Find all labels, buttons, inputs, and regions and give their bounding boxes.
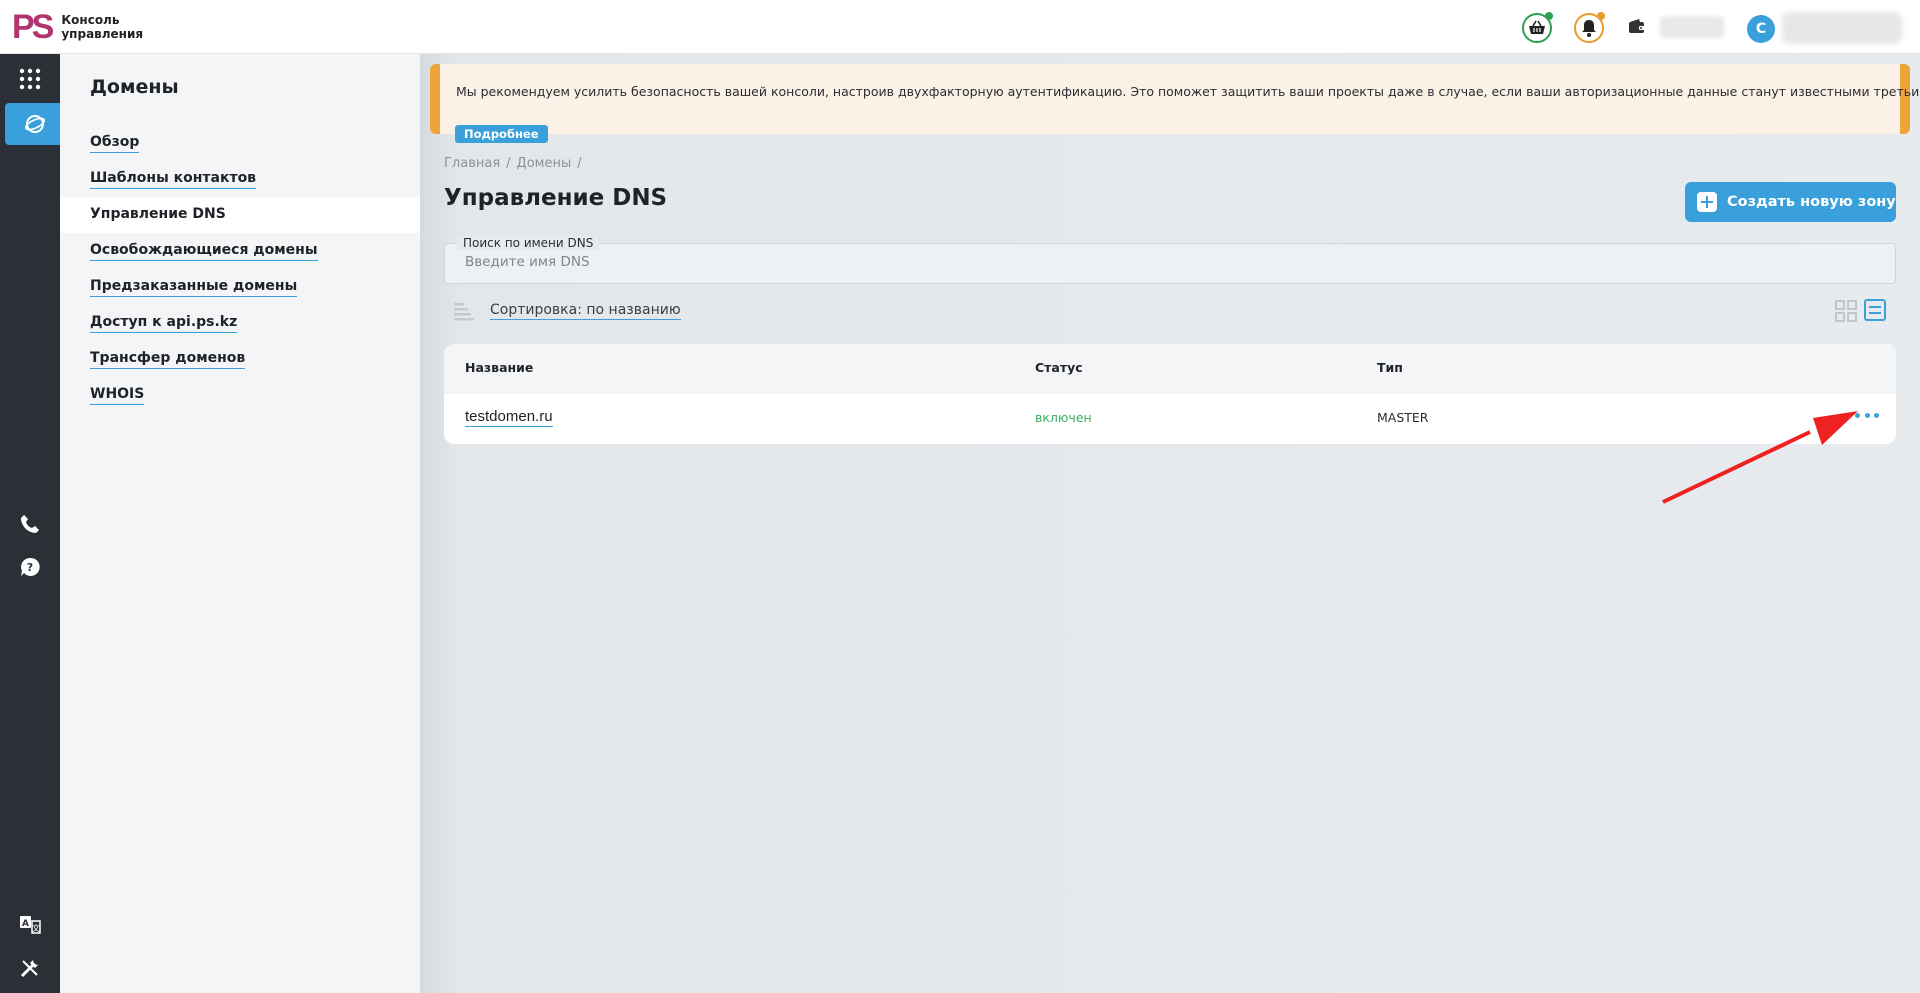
sort-lines-icon[interactable]: [454, 302, 474, 326]
main-content: Мы рекомендуем усилить безопасность ваше…: [420, 54, 1920, 993]
sidebar-item-dns-management[interactable]: Управление DNS: [60, 197, 420, 233]
sidebar-item-label: Шаблоны контактов: [90, 170, 257, 189]
banner-text: Мы рекомендуем усилить безопасность ваше…: [456, 84, 1920, 99]
search-label: Поиск по имени DNS: [457, 236, 600, 250]
tools-icon[interactable]: [0, 947, 60, 989]
wallet-icon[interactable]: [1628, 18, 1646, 38]
sidebar-item-label: Доступ к api.ps.kz: [90, 314, 238, 333]
username-redacted: [1782, 12, 1902, 44]
list-view-icon[interactable]: [1864, 299, 1886, 325]
sidebar-item-preordered-domains[interactable]: Предзаказанные домены: [60, 269, 420, 305]
basket-icon[interactable]: [1522, 12, 1553, 43]
translate-icon[interactable]: A文: [0, 904, 60, 946]
row-actions-menu-icon[interactable]: [1852, 408, 1882, 422]
breadcrumb-home[interactable]: Главная: [444, 156, 500, 171]
zone-name-link[interactable]: testdomen.ru: [465, 408, 553, 427]
breadcrumb: Главная / Домены /: [444, 156, 588, 171]
balance-redacted: [1660, 16, 1724, 38]
avatar[interactable]: С: [1747, 15, 1775, 43]
breadcrumb-domains[interactable]: Домены: [517, 156, 572, 171]
bell-badge: [1597, 12, 1605, 20]
sidebar-item-label: Управление DNS: [90, 206, 226, 222]
svg-text:?: ?: [27, 561, 33, 574]
search-field: Поиск по имени DNS: [444, 236, 1896, 284]
help-icon[interactable]: ?: [0, 546, 60, 588]
sidebar-item-domain-transfer[interactable]: Трансфер доменов: [60, 341, 420, 377]
breadcrumb-separator: /: [506, 156, 511, 171]
column-header-name: Название: [465, 360, 534, 375]
sidebar-item-api-access[interactable]: Доступ к api.ps.kz: [60, 305, 420, 341]
logo-line-2: управления: [61, 27, 144, 41]
bell-icon[interactable]: [1574, 12, 1605, 43]
create-zone-button[interactable]: Создать новую зону: [1685, 182, 1896, 222]
column-header-type: Тип: [1377, 360, 1403, 375]
dns-zones-table: Название Статус Тип testdomen.ru включен…: [444, 344, 1896, 444]
create-zone-label: Создать новую зону: [1727, 194, 1896, 210]
grid-view-icon[interactable]: [1835, 300, 1857, 326]
basket-badge: [1545, 12, 1553, 20]
sidebar-item-label: Предзаказанные домены: [90, 278, 298, 297]
logo-mark: PS: [12, 8, 54, 46]
sidebar-item-label: Обзор: [90, 134, 140, 153]
sidebar-item-label: WHOIS: [90, 386, 145, 405]
section-sidebar: Домены Обзор Шаблоны контактов Управлени…: [60, 54, 420, 993]
sidebar-item-whois[interactable]: WHOIS: [60, 377, 420, 413]
phone-icon[interactable]: [0, 503, 60, 545]
sidebar-item-label: Трансфер доменов: [90, 350, 246, 369]
sidebar-item-label: Освобождающиеся домены: [90, 242, 318, 261]
sidebar-item-contact-templates[interactable]: Шаблоны контактов: [60, 161, 420, 197]
sort-bar: Сортировка: по названию: [444, 296, 1896, 326]
sort-selector[interactable]: Сортировка: по названию: [490, 302, 681, 320]
logo-line-1: Консоль: [61, 13, 120, 27]
plus-icon: [1697, 192, 1717, 212]
zone-status: включен: [1035, 410, 1092, 425]
app-rail: ? A文: [0, 54, 64, 993]
logo-text: Консоль управления: [61, 13, 143, 41]
breadcrumb-separator: /: [577, 156, 582, 171]
zone-type: MASTER: [1377, 410, 1429, 425]
search-input[interactable]: [465, 254, 1865, 270]
domains-globe-icon[interactable]: [5, 103, 64, 145]
logo[interactable]: PS Консоль управления: [12, 9, 143, 45]
more-info-button[interactable]: Подробнее: [455, 125, 548, 143]
svg-text:A: A: [22, 919, 29, 929]
sidebar-item-expiring-domains[interactable]: Освобождающиеся домены: [60, 233, 420, 269]
apps-grid-icon[interactable]: [0, 58, 60, 100]
sidebar-item-overview[interactable]: Обзор: [60, 125, 420, 161]
page-title: Управление DNS: [444, 185, 668, 211]
security-banner: Мы рекомендуем усилить безопасность ваше…: [430, 64, 1920, 134]
table-header: Название Статус Тип: [444, 344, 1896, 394]
column-header-status: Статус: [1035, 360, 1083, 375]
top-bar: PS Консоль управления С: [0, 0, 1920, 54]
table-row: testdomen.ru включен MASTER: [444, 394, 1896, 444]
svg-text:文: 文: [32, 923, 40, 933]
sidebar-title: Домены: [90, 76, 179, 98]
